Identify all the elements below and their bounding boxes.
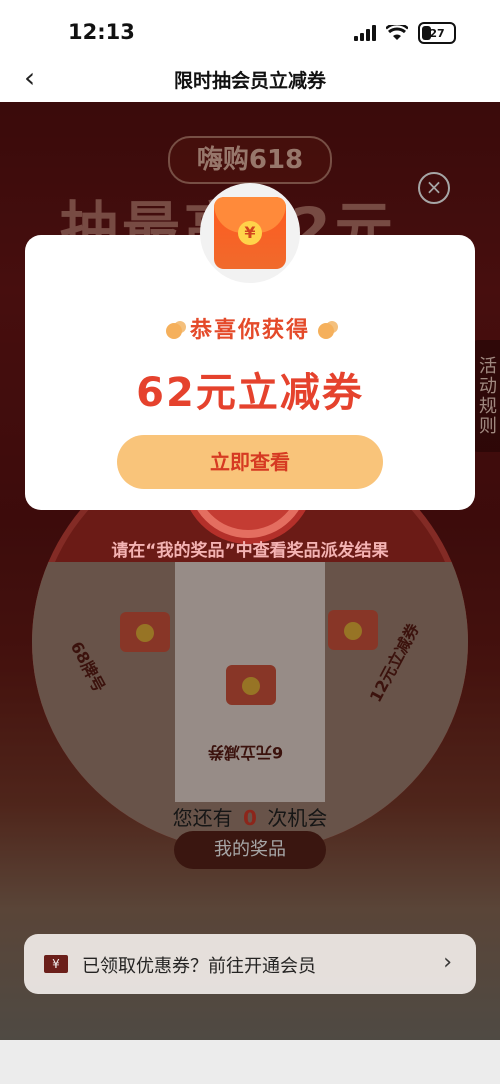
bottom-strip: [0, 1040, 500, 1084]
coin-icon: [165, 323, 182, 339]
battery-icon: 27: [418, 22, 456, 44]
system-icons: 27: [354, 22, 456, 44]
page-title: 限时抽会员立减券: [173, 70, 326, 92]
nav-bar: ‹ 限时抽会员立减券: [0, 62, 500, 102]
wifi-icon: [385, 22, 409, 41]
congrats-label: 恭喜你获得: [189, 318, 310, 343]
coin-icon: [318, 323, 334, 339]
coupon-icon: ¥: [44, 955, 68, 973]
view-now-button[interactable]: 立即查看: [117, 435, 383, 489]
member-banner-text: 已领取优惠券？前往开通会员: [82, 956, 316, 977]
red-envelope-icon: ¥: [200, 183, 300, 283]
congrats-text: 恭喜你获得: [0, 312, 500, 344]
status-time: 12:13: [68, 20, 135, 44]
status-bar: 12:13 27: [0, 0, 500, 62]
signal-icon: [354, 25, 376, 41]
member-banner[interactable]: ¥ 已领取优惠券？前往开通会员 ›: [24, 934, 476, 994]
prize-notice: 请在“我的奖品”中查看奖品派发结果: [111, 541, 389, 561]
prize-amount: 62元立减券: [136, 370, 364, 416]
chevron-right-icon: ›: [443, 950, 452, 975]
battery-level: 27: [429, 26, 445, 40]
